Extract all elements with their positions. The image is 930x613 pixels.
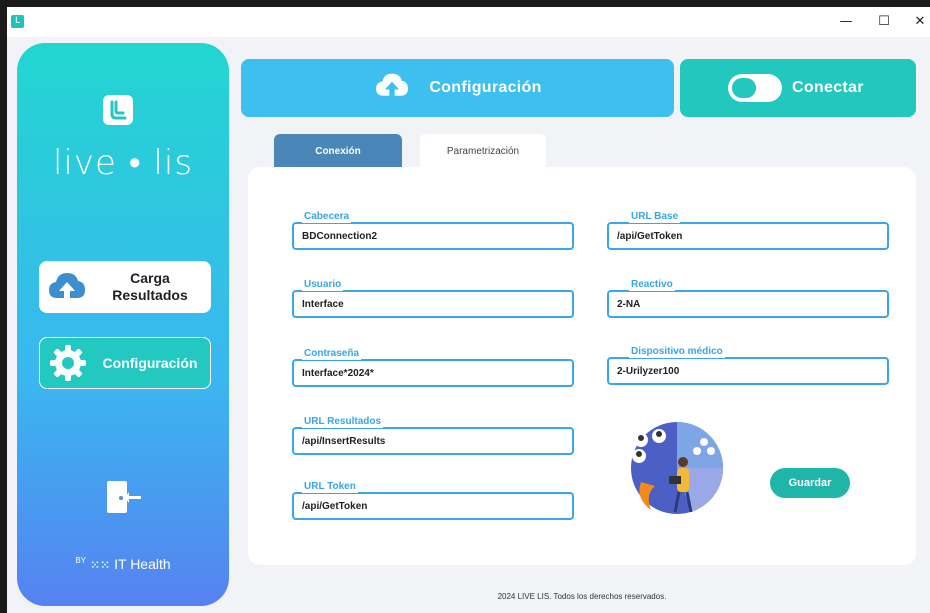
sidebar-item-label: Configuración bbox=[102, 354, 198, 371]
url-base-input[interactable] bbox=[617, 228, 877, 244]
gear-icon bbox=[46, 341, 90, 385]
url-base-field: URL Base bbox=[607, 211, 889, 250]
dispositivo-medico-input[interactable] bbox=[617, 363, 877, 379]
contrasena-input[interactable] bbox=[302, 365, 562, 381]
ithealth-logo-icon: ⁙⁙ bbox=[90, 558, 111, 572]
usuario-field: Usuario bbox=[292, 279, 574, 318]
cloud-upload-icon bbox=[373, 71, 411, 105]
reactivo-label: Reactivo bbox=[629, 279, 675, 291]
reactivo-input[interactable] bbox=[617, 296, 877, 312]
url-token-input[interactable] bbox=[302, 498, 562, 514]
cabecera-input[interactable] bbox=[302, 228, 562, 244]
by-text: BY bbox=[75, 556, 86, 565]
title-bar: L — ☐ ✕ bbox=[7, 7, 930, 37]
toggle-icon bbox=[728, 74, 782, 102]
url-token-field: URL Token bbox=[292, 481, 574, 520]
cloud-upload-icon bbox=[45, 265, 89, 309]
brand-right: lis bbox=[153, 143, 194, 183]
tab-parametrizacion[interactable]: Parametrización bbox=[420, 134, 546, 170]
logout-door-icon[interactable] bbox=[101, 475, 145, 519]
company-footer: BY ⁙⁙ IT Health bbox=[17, 556, 229, 572]
cabecera-field: Cabecera bbox=[292, 211, 574, 250]
configuracion-header-button[interactable]: Configuración bbox=[241, 59, 674, 117]
contrasena-field: Contraseña bbox=[292, 348, 574, 387]
minimize-button[interactable]: — bbox=[829, 7, 863, 37]
brand-name: live • lis bbox=[17, 143, 229, 183]
maximize-button[interactable]: ☐ bbox=[867, 7, 901, 37]
sidebar-item-carga-resultados[interactable]: Carga Resultados bbox=[39, 261, 211, 313]
url-resultados-label: URL Resultados bbox=[302, 416, 384, 428]
usuario-label: Usuario bbox=[302, 279, 344, 291]
sidebar-item-label: Carga Resultados bbox=[112, 270, 188, 303]
live-lis-logo-icon bbox=[103, 95, 133, 125]
dispositivo-medico-label: Dispositivo médico bbox=[629, 346, 725, 358]
conectar-button[interactable]: Conectar bbox=[680, 59, 916, 117]
guardar-button[interactable]: Guardar bbox=[770, 468, 850, 498]
tab-conexion[interactable]: Conexión bbox=[274, 134, 402, 170]
reactivo-field: Reactivo bbox=[607, 279, 889, 318]
copyright-text: 2024 LIVE LIS. Todos los derechos reserv… bbox=[497, 592, 667, 601]
sidebar: live • lis Carga Resultados Configuració… bbox=[17, 43, 229, 606]
network-people-illustration bbox=[611, 414, 743, 520]
conectar-label: Conectar bbox=[792, 79, 864, 96]
contrasena-label: Contraseña bbox=[302, 348, 362, 360]
app-window: L — ☐ ✕ live • lis Carga Resultados Conf… bbox=[7, 7, 930, 613]
url-token-label: URL Token bbox=[302, 481, 358, 493]
brand-dot: • bbox=[128, 143, 142, 183]
cabecera-label: Cabecera bbox=[302, 211, 352, 223]
dispositivo-medico-field: Dispositivo médico bbox=[607, 346, 889, 385]
close-button[interactable]: ✕ bbox=[903, 7, 930, 37]
app-logo-icon: L bbox=[11, 15, 24, 28]
brand-left: live bbox=[52, 143, 117, 183]
configuracion-header-label: Configuración bbox=[429, 79, 542, 96]
usuario-input[interactable] bbox=[302, 296, 562, 312]
url-resultados-input[interactable] bbox=[302, 433, 562, 449]
url-base-label: URL Base bbox=[629, 211, 681, 223]
company-name: IT Health bbox=[114, 556, 171, 572]
sidebar-item-configuracion[interactable]: Configuración bbox=[39, 337, 211, 389]
url-resultados-field: URL Resultados bbox=[292, 416, 574, 455]
